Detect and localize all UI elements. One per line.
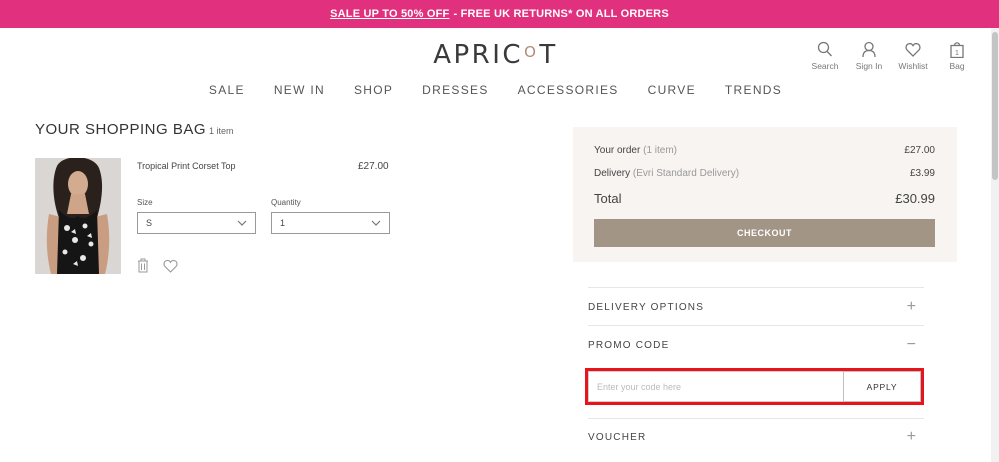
order-label-group: Your order (1 item) [594, 145, 677, 156]
summary-delivery-row: Delivery (Evri Standard Delivery) £3.99 [594, 168, 935, 179]
size-value: S [146, 218, 153, 228]
logo-text-left: APRIC [433, 40, 524, 70]
sign-in-label: Sign In [855, 61, 883, 71]
logo-text-right: T [539, 40, 558, 70]
bag-button[interactable]: 1 Bag [935, 41, 979, 71]
nav-sale[interactable]: SALE [209, 83, 245, 97]
total-label: Total [594, 191, 622, 206]
promo-banner: SALE UP TO 50% OFF - FREE UK RETURNS* ON… [0, 0, 999, 28]
delivery-label: Delivery [594, 168, 631, 179]
wishlist-button[interactable]: Wishlist [891, 41, 935, 71]
quantity-label: Quantity [271, 198, 301, 207]
nav-accessories[interactable]: ACCESSORIES [518, 83, 619, 97]
banner-text: - FREE UK RETURNS* ON ALL ORDERS [453, 8, 669, 20]
page-title: YOUR SHOPPING BAG 1 item [35, 121, 234, 138]
sale-banner-link[interactable]: SALE UP TO 50% OFF [330, 8, 449, 20]
search-icon [817, 41, 832, 57]
nav-curve[interactable]: CURVE [648, 83, 696, 97]
product-name[interactable]: Tropical Print Corset Top [137, 161, 236, 171]
logo-o-mark: O [524, 43, 539, 61]
scrollbar-thumb[interactable] [992, 32, 998, 180]
accordion-voucher[interactable]: VOUCHER + [588, 428, 924, 446]
nav-trends[interactable]: TRENDS [725, 83, 782, 97]
bag-label: Bag [949, 61, 965, 71]
plus-icon: + [906, 428, 916, 445]
order-count: (1 item) [643, 145, 678, 156]
product-photo [35, 158, 121, 274]
wishlist-heart-icon[interactable] [163, 259, 178, 273]
total-value: £30.99 [895, 191, 935, 206]
promo-code-form: APPLY [585, 368, 924, 405]
size-select[interactable]: S [137, 212, 256, 234]
order-summary: Your order (1 item) £27.00 Delivery (Evr… [573, 127, 957, 262]
size-label: Size [137, 198, 153, 207]
minus-icon: − [906, 336, 916, 353]
delivery-value: £3.99 [909, 168, 935, 179]
divider [588, 418, 924, 419]
nav-new-in[interactable]: NEW IN [274, 83, 325, 97]
main-nav: SALE NEW IN SHOP DRESSES ACCESSORIES CUR… [0, 83, 991, 97]
sign-in-button[interactable]: Sign In [847, 41, 891, 71]
accordion-promo-code[interactable]: PROMO CODE − [588, 336, 924, 354]
wishlist-label: Wishlist [898, 61, 928, 71]
apply-button[interactable]: APPLY [843, 371, 921, 402]
order-label: Your order [594, 145, 641, 156]
nav-dresses[interactable]: DRESSES [422, 83, 488, 97]
search-button[interactable]: Search [803, 41, 847, 71]
bag-item-count: 1 item [209, 126, 234, 136]
product-image[interactable] [35, 158, 121, 274]
quantity-value: 1 [280, 218, 286, 228]
accordion-delivery-options[interactable]: DELIVERY OPTIONS + [588, 298, 924, 316]
page-scrollbar[interactable] [991, 28, 999, 462]
promo-code-input[interactable] [588, 371, 843, 402]
delivery-options-label: DELIVERY OPTIONS [588, 301, 705, 313]
trash-icon[interactable] [137, 258, 149, 273]
voucher-label: VOUCHER [588, 431, 647, 443]
product-price: £27.00 [358, 161, 389, 172]
heart-icon [905, 42, 921, 57]
header-icons: Search Sign In Wishlist 1 Bag [803, 41, 979, 71]
summary-order-row: Your order (1 item) £27.00 [594, 145, 935, 156]
user-icon [862, 41, 876, 58]
delivery-label-group: Delivery (Evri Standard Delivery) [594, 168, 739, 179]
quantity-select[interactable]: 1 [271, 212, 390, 234]
summary-total-row: Total £30.99 [594, 191, 935, 206]
search-label: Search [811, 61, 839, 71]
chevron-down-icon [237, 220, 247, 226]
bag-count: 1 [955, 50, 959, 57]
divider [588, 325, 924, 326]
checkout-button[interactable]: CHECKOUT [594, 219, 935, 247]
chevron-down-icon [371, 220, 381, 226]
plus-icon: + [906, 298, 916, 315]
delivery-method: (Evri Standard Delivery) [632, 168, 740, 179]
promo-code-label: PROMO CODE [588, 339, 670, 351]
divider [588, 287, 924, 288]
order-value: £27.00 [904, 145, 935, 156]
nav-shop[interactable]: SHOP [354, 83, 393, 97]
bag-title-text: YOUR SHOPPING BAG [35, 121, 207, 138]
bag-icon: 1 [950, 42, 964, 58]
